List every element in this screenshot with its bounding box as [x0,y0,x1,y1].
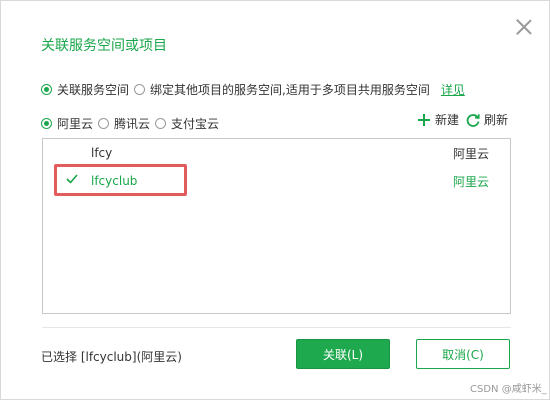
space-provider: 阿里云 [453,146,490,161]
new-button[interactable]: 新建 [416,111,459,128]
provider-radio-tencent-label: 腾讯云 [114,117,151,131]
associate-space-dialog: 关联服务空间或项目 关联服务空间 绑定其他项目的服务空间,适用于多项目共用服务空… [0,0,550,400]
space-list-item[interactable]: lfcy 阿里云 [43,141,510,165]
radio-unchecked-icon [134,84,146,95]
details-link[interactable]: 详见 [441,81,465,98]
dialog-title: 关联服务空间或项目 [41,38,167,54]
scope-options: 关联服务空间 绑定其他项目的服务空间,适用于多项目共用服务空间 详见 [41,81,465,98]
radio-unchecked-icon [155,118,167,129]
radio-unchecked-icon [98,118,110,129]
refresh-icon [466,113,480,127]
provider-radio-aliyun-label: 阿里云 [57,117,94,131]
space-name: lfcy [91,146,113,160]
space-provider: 阿里云 [453,174,490,189]
provider-radio-alipay-label: 支付宝云 [171,117,220,131]
radio-checked-icon [41,84,52,95]
provider-radio-alipay[interactable]: 支付宝云 [155,115,219,132]
watermark: CSDN @咸虾米_ [470,384,547,395]
scope-radio-associate[interactable]: 关联服务空间 [41,81,129,98]
associate-button[interactable]: 关联(L) [296,339,390,369]
plus-icon [418,113,430,126]
selection-summary: 已选择 [lfcyclub](阿里云) [41,350,182,364]
radio-checked-icon [41,118,52,129]
scope-radio-bind-other[interactable]: 绑定其他项目的服务空间,适用于多项目共用服务空间 [134,81,430,98]
scope-radio-associate-label: 关联服务空间 [57,83,130,97]
provider-radio-aliyun[interactable]: 阿里云 [41,115,93,132]
footer-divider [42,327,511,328]
refresh-button-label: 刷新 [484,113,509,127]
list-toolbar: 新建 刷新 [416,111,514,128]
new-button-label: 新建 [435,113,460,127]
close-icon[interactable] [514,17,534,37]
provider-radio-tencent[interactable]: 腾讯云 [98,115,150,132]
cancel-button[interactable]: 取消(C) [416,339,510,369]
refresh-button[interactable]: 刷新 [465,111,508,128]
scope-radio-bind-other-label: 绑定其他项目的服务空间,适用于多项目共用服务空间 [150,83,430,97]
annotation-highlight-box [54,164,187,196]
provider-options: 阿里云 腾讯云 支付宝云 [41,115,224,132]
